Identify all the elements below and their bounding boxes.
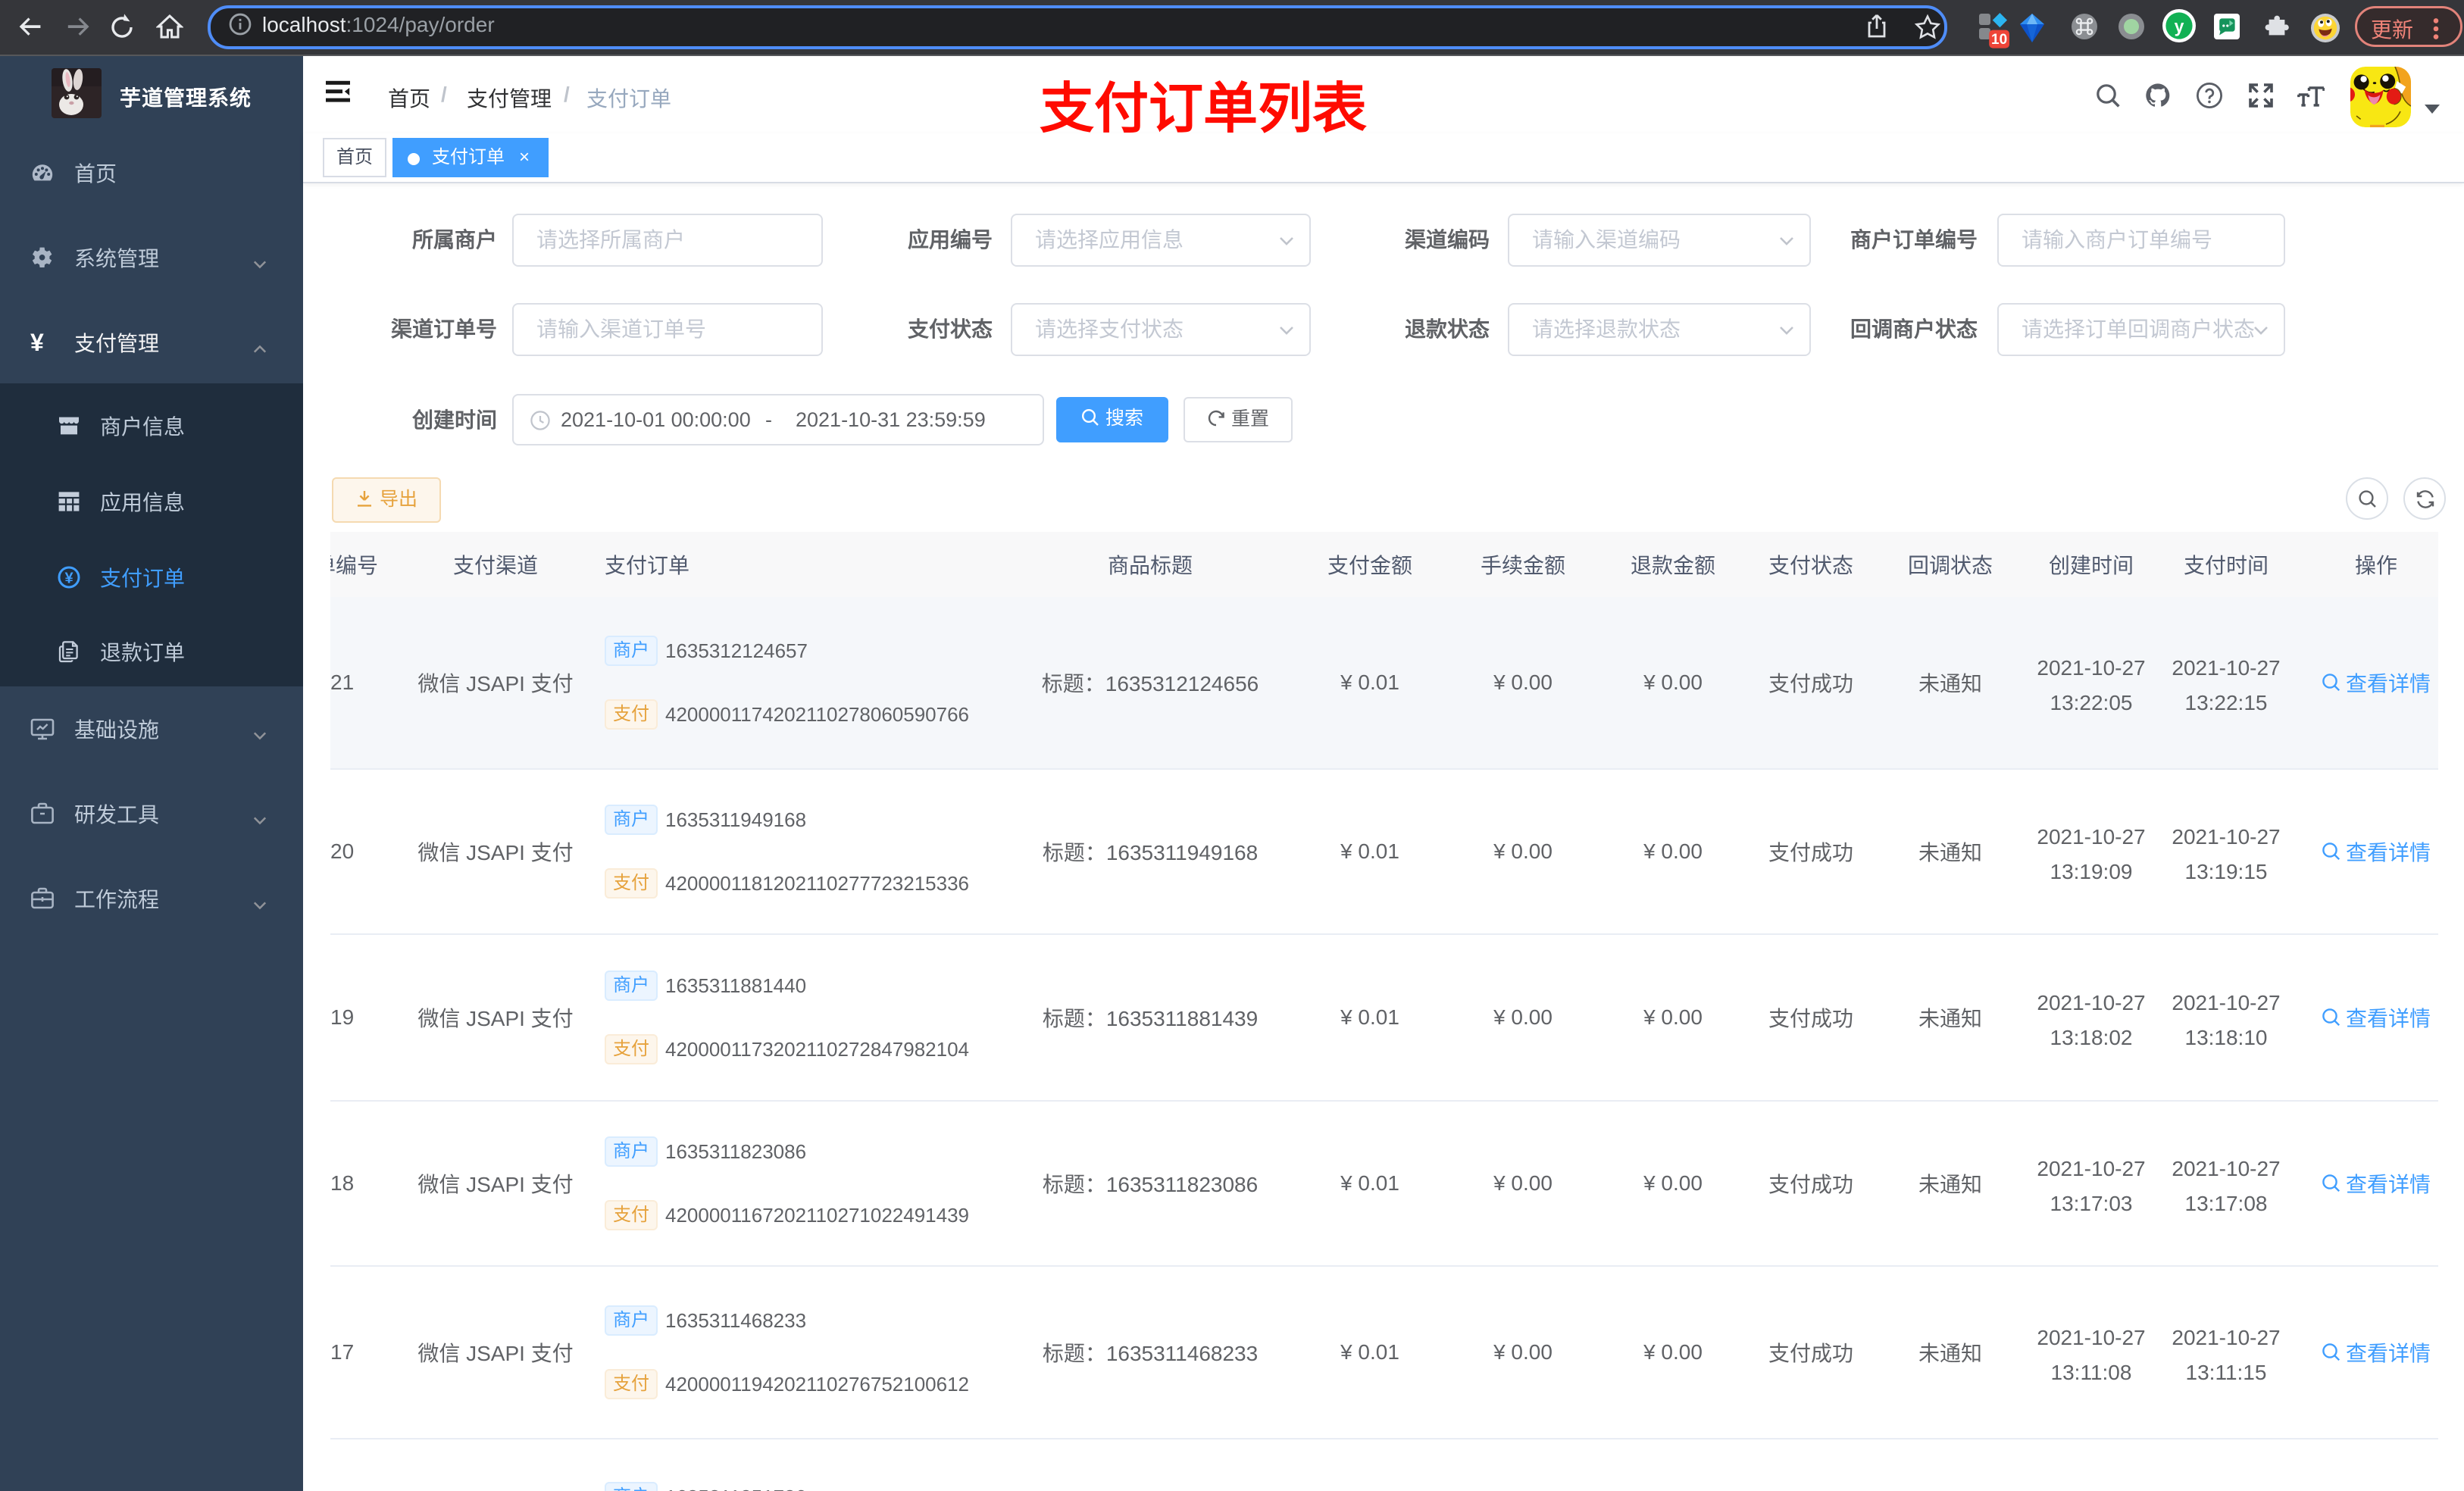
svg-text:¥: ¥ — [64, 570, 73, 586]
svg-text:y: y — [2175, 16, 2184, 36]
svg-text:10: 10 — [1991, 32, 2007, 48]
